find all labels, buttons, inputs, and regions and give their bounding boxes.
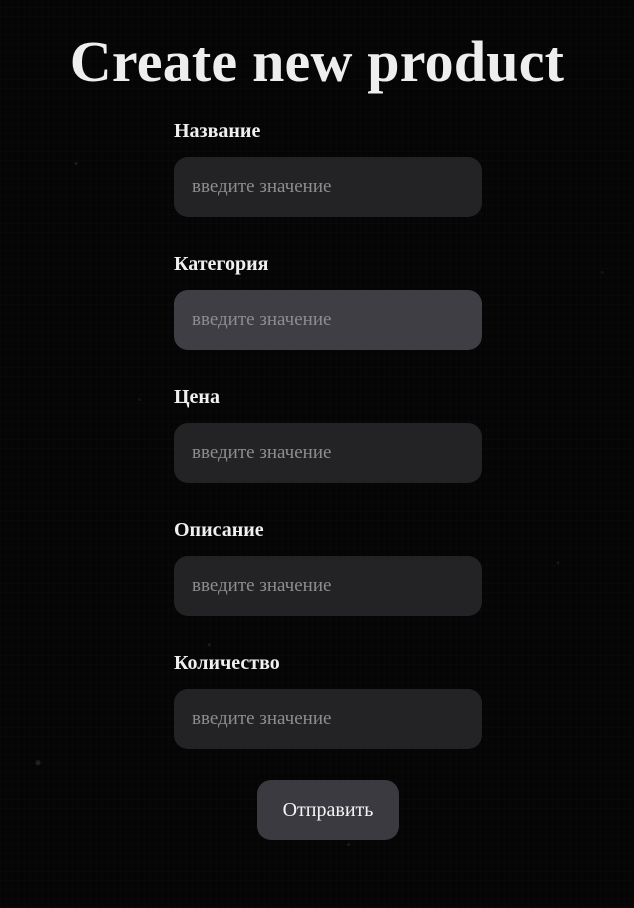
field-category: Категория bbox=[174, 250, 482, 382]
field-price-label: Цена bbox=[174, 386, 220, 408]
submit-button[interactable]: Отправить bbox=[257, 780, 399, 840]
price-input[interactable] bbox=[174, 423, 482, 483]
field-quantity: Количество bbox=[174, 649, 482, 781]
name-input[interactable] bbox=[174, 157, 482, 217]
create-product-form: Название Категория Цена Описание Количес… bbox=[174, 116, 482, 781]
quantity-input[interactable] bbox=[174, 689, 482, 749]
field-name: Название bbox=[174, 117, 482, 249]
category-input[interactable] bbox=[174, 290, 482, 350]
page-title: Create new product bbox=[69, 29, 565, 94]
field-category-label: Категория bbox=[174, 253, 269, 275]
field-description-label: Описание bbox=[174, 519, 264, 541]
field-price: Цена bbox=[174, 383, 482, 515]
description-input[interactable] bbox=[174, 556, 482, 616]
field-name-label: Название bbox=[174, 120, 261, 142]
create-product-page: Create new product Название Категория Це… bbox=[0, 0, 634, 908]
field-quantity-label: Количество bbox=[174, 652, 280, 674]
field-description: Описание bbox=[174, 516, 482, 648]
